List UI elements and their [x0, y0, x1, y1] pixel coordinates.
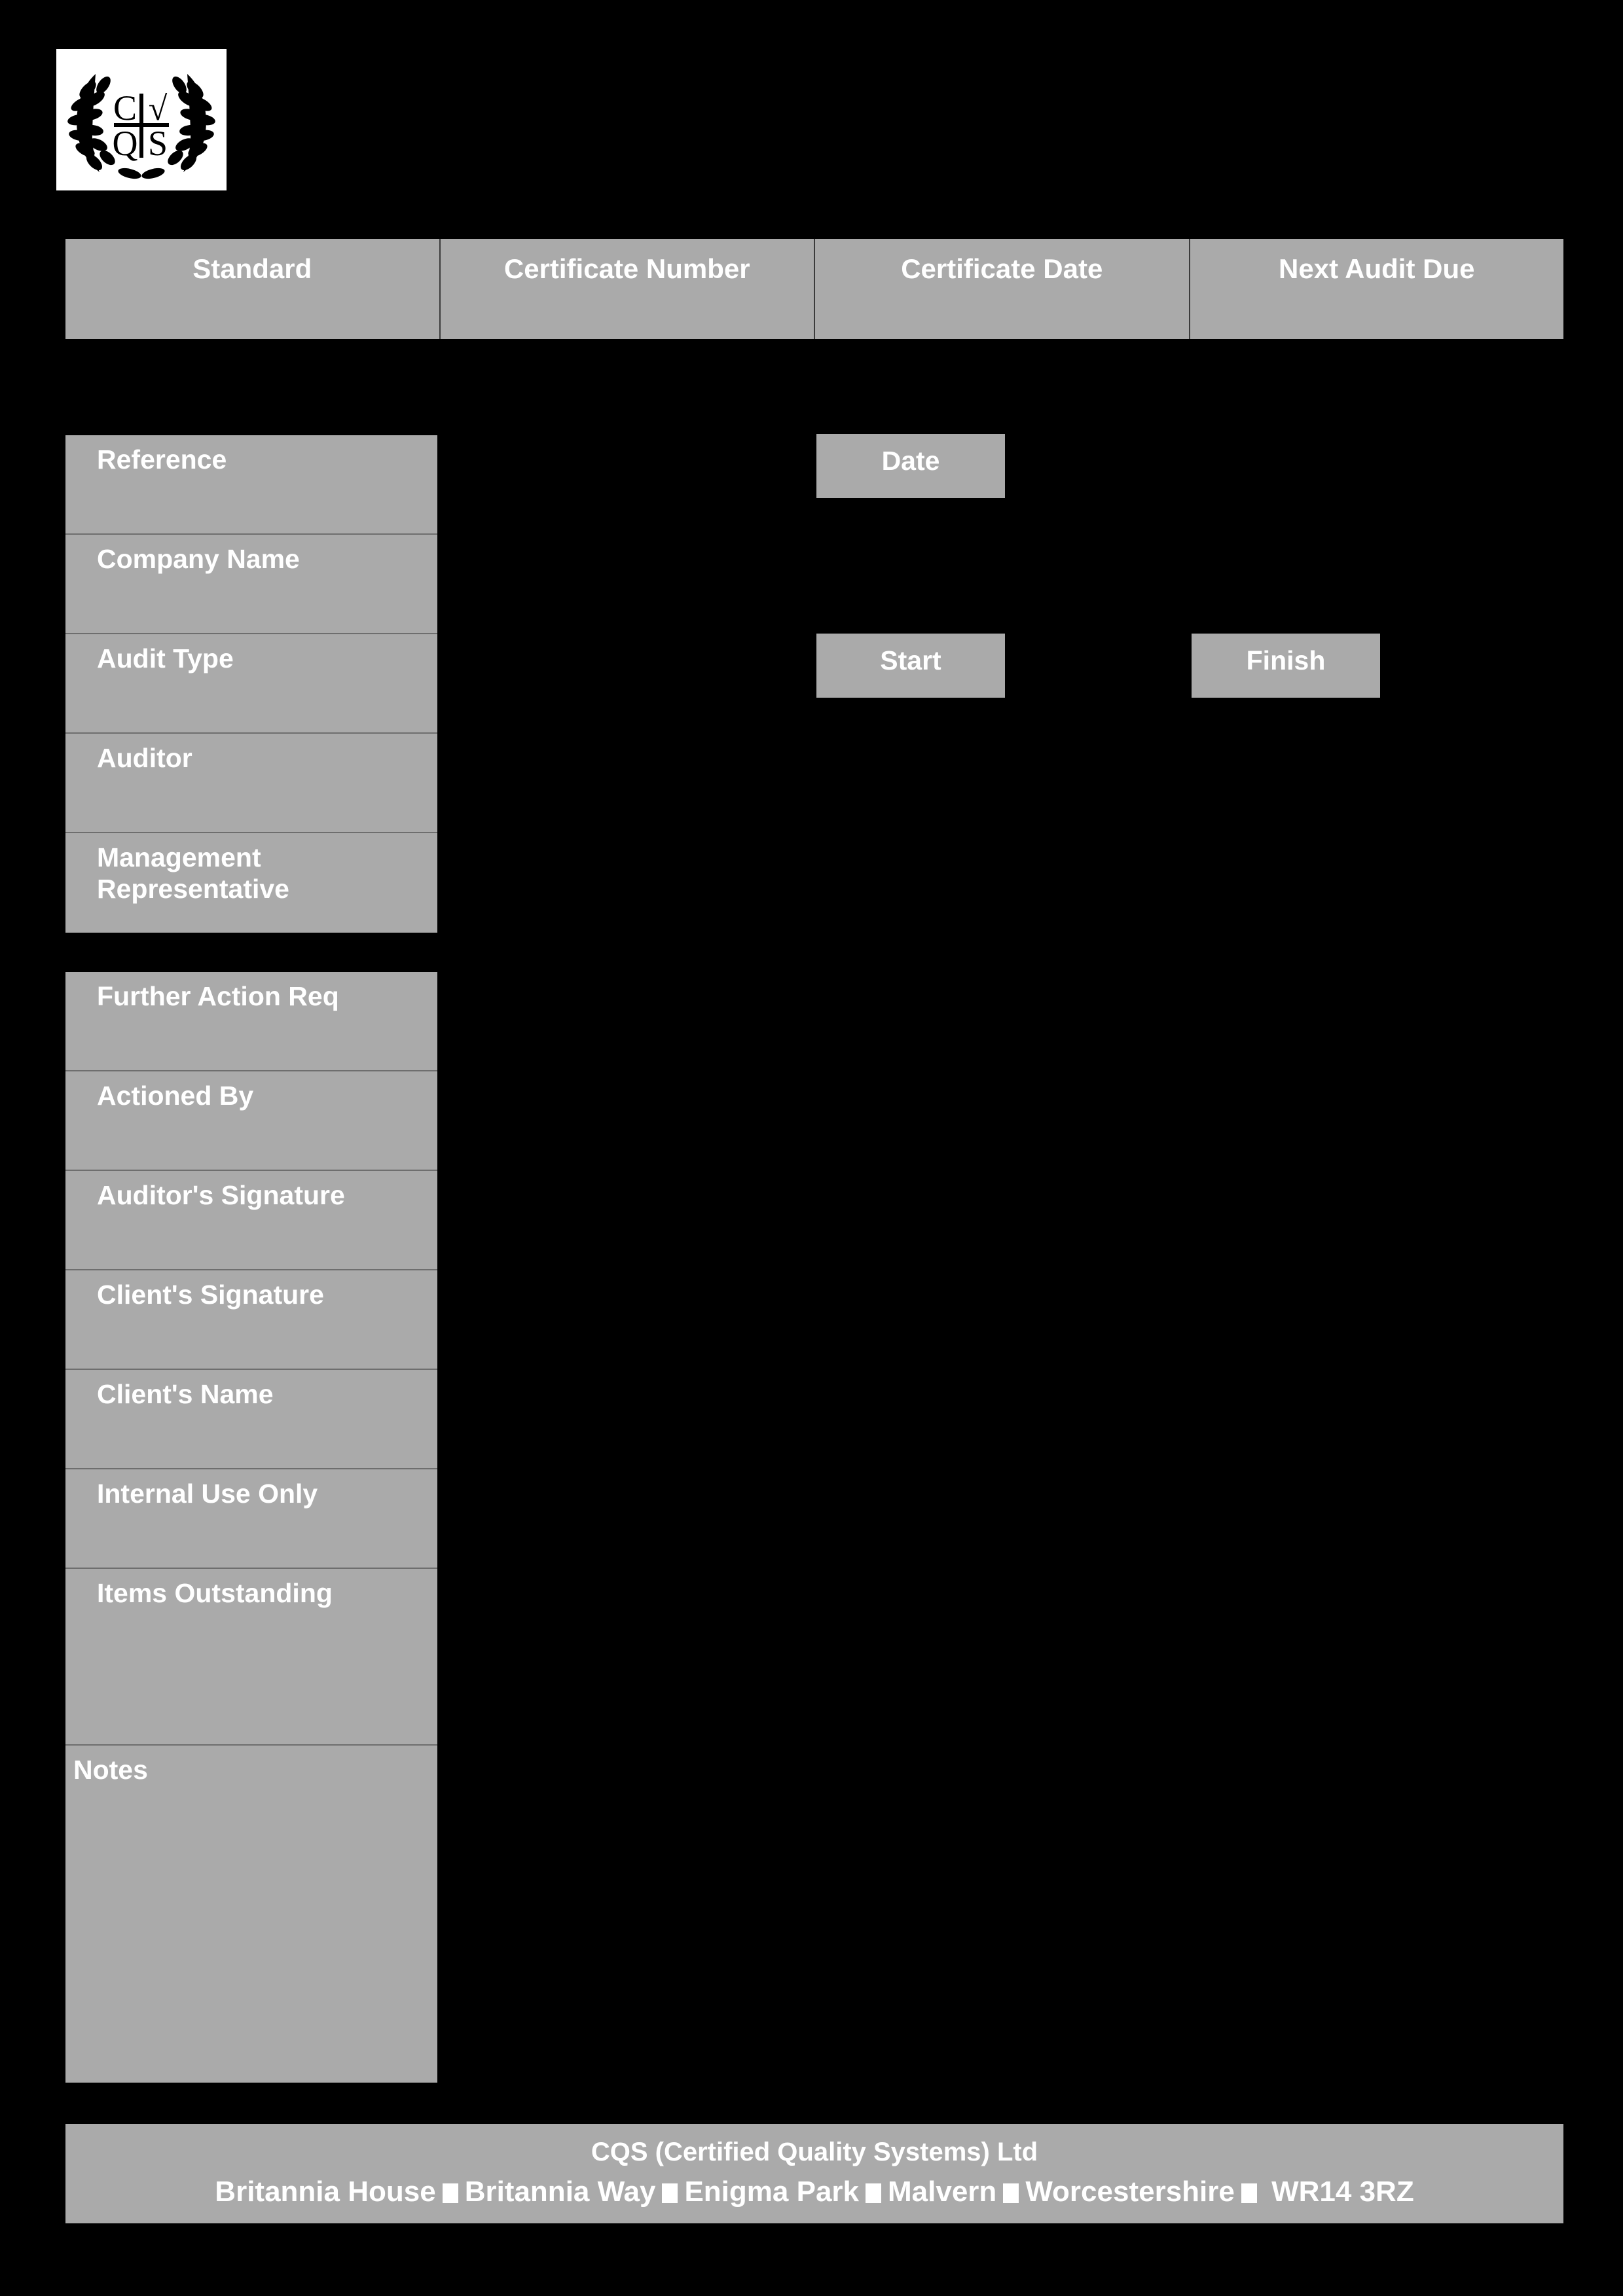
audit-report-page: C √ Q S Standard Certificate Number Cert… [0, 0, 1623, 2296]
field-label-clients-name: Client's Name [65, 1370, 437, 1469]
audit-details-block: Reference Company Name Audit Type Audito… [65, 435, 437, 933]
field-label-finish: Finish [1192, 634, 1380, 698]
field-label-management-representative: Management Representative [97, 842, 289, 904]
page-footer: CQS (Certified Quality Systems) Ltd Brit… [65, 2124, 1563, 2223]
field-label-further-action-req: Further Action Req [65, 972, 437, 1071]
field-label-internal-use-only: Internal Use Only [65, 1469, 437, 1569]
field-label-clients-signature: Client's Signature [65, 1270, 437, 1370]
separator-square-icon [442, 2183, 458, 2203]
footer-address: Britannia House Britannia Way Enigma Park M… [65, 2174, 1563, 2210]
field-label-notes: Notes [73, 1755, 148, 1785]
field-label-actioned-by: Actioned By [65, 1071, 437, 1171]
footer-address-part-3: Enigma Park [684, 2176, 860, 2208]
footer-company-name: CQS (Certified Quality Systems) Ltd [591, 2138, 1038, 2166]
svg-text:Q: Q [113, 124, 138, 163]
header-cell-certificate-date: Certificate Date [815, 239, 1190, 339]
field-label-start: Start [816, 634, 1005, 698]
separator-square-icon [1241, 2183, 1257, 2203]
header-cell-next-audit-due: Next Audit Due [1279, 253, 1475, 284]
svg-text:S: S [148, 124, 168, 163]
field-label-auditors-signature: Auditor's Signature [65, 1171, 437, 1270]
footer-address-part-1: Britannia House [215, 2176, 436, 2208]
svg-text:√: √ [149, 90, 168, 128]
svg-text:C: C [113, 88, 137, 128]
footer-address-part-2: Britannia Way [464, 2176, 656, 2208]
field-label-audit-type: Audit Type [65, 634, 437, 734]
separator-square-icon [1003, 2183, 1019, 2203]
separator-square-icon [866, 2183, 882, 2203]
field-label-auditor: Auditor [65, 734, 437, 833]
field-label-items-outstanding: Items Outstanding [65, 1569, 437, 1746]
cqs-laurel-wreath-logo: C √ Q S [56, 49, 227, 190]
certificate-header-table: Standard Certificate Number Certificate … [65, 239, 1563, 339]
footer-address-part-4: Malvern [888, 2176, 997, 2208]
header-cell-certificate-number: Certificate Number [441, 239, 815, 339]
header-cell-standard: Standard [65, 239, 441, 339]
field-label-company-name: Company Name [65, 535, 437, 634]
separator-square-icon [662, 2183, 678, 2203]
field-label-date: Date [816, 434, 1005, 498]
field-label-reference: Reference [65, 435, 437, 535]
footer-address-part-6: WR14 3RZ [1271, 2176, 1414, 2208]
footer-address-part-5: Worcestershire [1025, 2176, 1235, 2208]
audit-signoff-block: Further Action Req Actioned By Auditor's… [65, 972, 437, 2083]
